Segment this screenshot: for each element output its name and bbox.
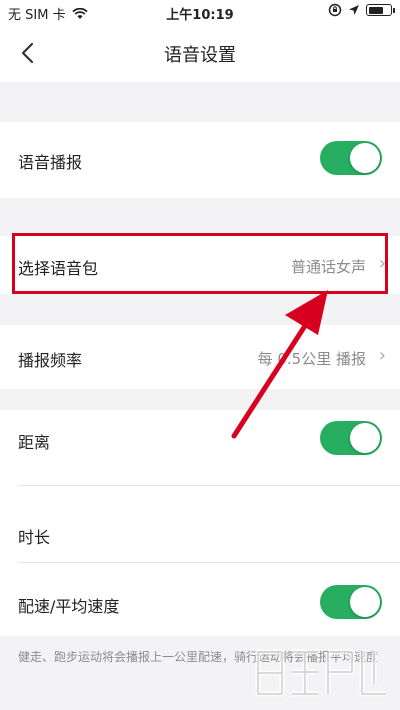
annotation-arrow: [231, 290, 328, 439]
watermark-logo: [255, 649, 386, 697]
